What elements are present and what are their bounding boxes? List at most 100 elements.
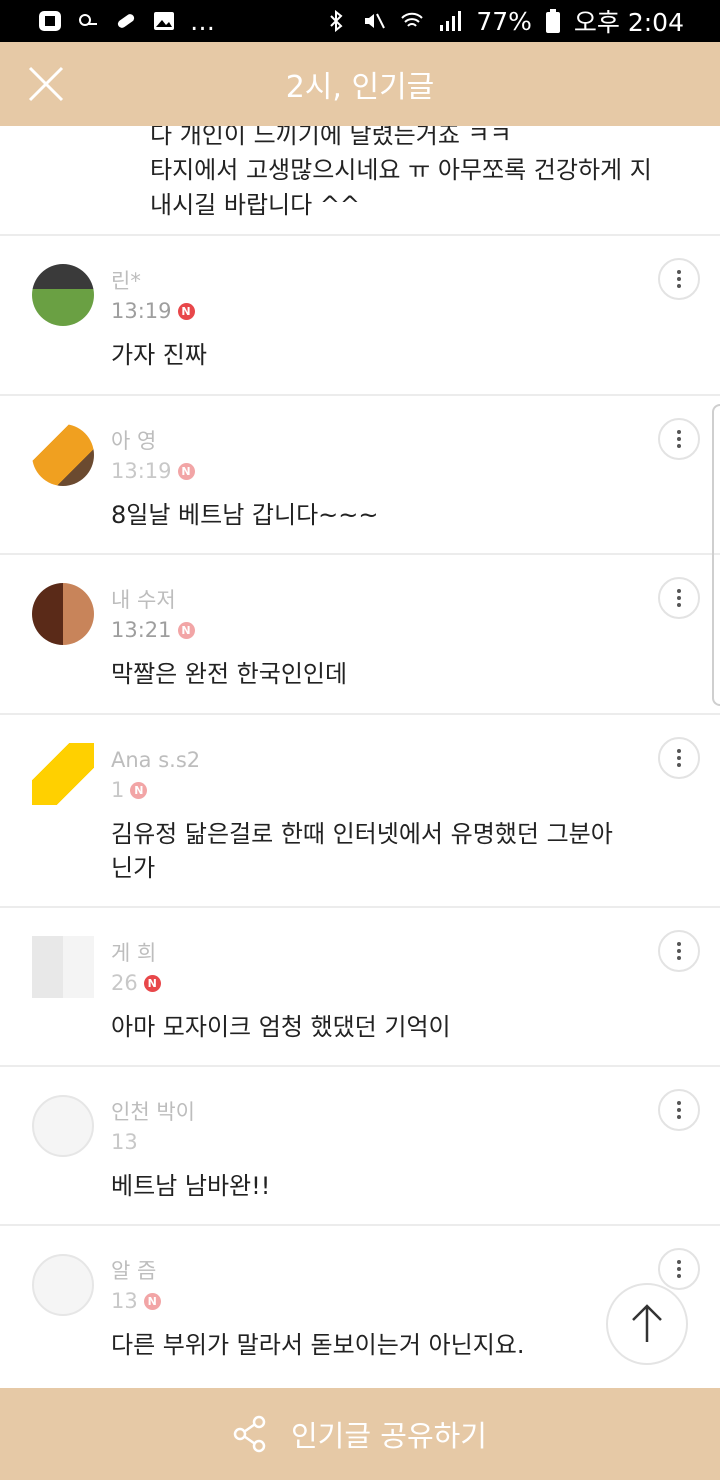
signal-icon [440,11,462,31]
comment-time: 13:19 [111,299,172,323]
comment-time: 26 [111,971,138,995]
comment-text: 가자 진짜 [111,341,207,369]
comment-text: 김유정 닮은걸로 한때 인터넷에서 유명했던 그분아닌가 [111,820,613,882]
comment-meta: 13 N [111,1286,630,1316]
status-right: 77% 오후 2:04 [324,3,684,39]
new-badge: N [177,462,195,480]
dot-icon [677,749,681,753]
avatar[interactable] [32,424,94,486]
avatar[interactable] [32,1254,94,1316]
dot-icon [677,756,681,760]
comment-text: 막짤은 완전 한국인인데 [111,660,348,688]
comment-time: 13 [111,1130,138,1154]
page-title: 2시, 인기글 [285,70,435,105]
status-left-icons: … [38,7,215,36]
dot-icon [677,430,681,434]
dot-icon [677,437,681,441]
comment-author[interactable]: 아 영 [111,426,630,456]
dot-icon [677,942,681,946]
dot-icon [677,277,681,281]
more-options-button[interactable] [658,930,700,972]
more-notifications-icon: … [190,6,215,36]
dot-icon [677,1274,681,1278]
new-badge: N [130,781,148,799]
dot-icon [677,949,681,953]
more-options-button[interactable] [658,418,700,460]
wifi-icon [401,12,424,27]
comment-time: 13:21 [111,618,172,642]
comment-author[interactable]: 린* [111,266,630,296]
avatar[interactable] [32,1095,94,1157]
more-options-button[interactable] [658,1248,700,1290]
comment-item: 린* 13:19 N 가자 진짜 [0,236,720,396]
arrow-up-icon [632,1304,662,1342]
comment-list[interactable]: 다 개인이 느끼기에 달렸는거죠 ㅋㅋ 타지에서 고생많으시네요 ㅠ 아무쪼록 … [0,126,720,1388]
more-options-button[interactable] [658,737,700,779]
comment-author[interactable]: 인천 박이 [111,1097,630,1127]
dot-icon [677,596,681,600]
comment-text: 다른 부위가 말라서 돋보이는거 아닌지요. [111,1331,525,1359]
more-options-button[interactable] [658,258,700,300]
clock: 오후 2:04 [573,8,684,37]
pill-icon [117,14,135,28]
comment-author[interactable]: 게 희 [111,938,630,968]
header-bar: 2시, 인기글 [0,42,720,126]
dot-icon [677,1260,681,1264]
dot-icon [677,763,681,767]
dot-icon [677,284,681,288]
comment-text: 아마 모자이크 엄청 했댔던 기억이 [111,1013,451,1041]
comment-author[interactable]: Ana s.s2 [111,745,630,775]
previous-comment-partial: 다 개인이 느끼기에 달렸는거죠 ㅋㅋ 타지에서 고생많으시네요 ㅠ 아무쪼록 … [0,126,720,236]
comment-text-line: 다 개인이 느끼기에 달렸는거죠 ㅋㅋ [150,126,512,149]
comment-meta: 13:19 N [111,456,630,486]
comment-time: 13:19 [111,459,172,483]
app-notification-icon [39,11,61,31]
scrollbar[interactable] [712,404,720,706]
comment-time: 13 [111,1289,138,1313]
new-badge: N [143,1292,161,1310]
bluetooth-icon [330,10,343,32]
weather-icon [79,14,97,26]
gallery-icon [154,12,174,30]
comment-text-line: 내시길 바랍니다 ^^ [150,191,361,219]
dot-icon [677,444,681,448]
more-options-button[interactable] [658,1089,700,1131]
scroll-to-top-button[interactable] [606,1283,688,1365]
share-icon [233,1415,266,1453]
comment-meta: 13:19 N [111,296,630,326]
comment-meta: 13:21 N [111,615,630,645]
avatar[interactable] [32,936,94,998]
comment-item: 아 영 13:19 N 8일날 베트남 갑니다~~~ [0,396,720,555]
more-options-button[interactable] [658,577,700,619]
avatar[interactable] [32,583,94,645]
comment-item: 게 희 26 N 아마 모자이크 엄청 했댔던 기억이 [0,908,720,1067]
avatar[interactable] [32,264,94,326]
share-button[interactable]: 인기글 공유하기 [0,1388,720,1480]
comment-meta: 1 N [111,775,630,805]
dot-icon [677,956,681,960]
mute-icon [365,13,386,29]
share-label: 인기글 공유하기 [291,1419,487,1453]
comment-author[interactable]: 알 즘 [111,1256,630,1286]
comment-author[interactable]: 내 수저 [111,585,630,615]
new-badge: N [143,974,161,992]
comment-item: 인천 박이 13 베트남 남바완!! [0,1067,720,1226]
comment-item: Ana s.s2 1 N 김유정 닮은걸로 한때 인터넷에서 유명했던 그분아닌… [0,715,720,908]
status-bar: … 77% 오후 2:04 [0,0,720,42]
dot-icon [677,270,681,274]
comment-text: 베트남 남바완!! [111,1172,271,1200]
avatar[interactable] [32,743,94,805]
comment-time: 1 [111,778,125,802]
close-icon[interactable] [24,62,68,106]
dot-icon [677,1115,681,1119]
comment-text-line: 타지에서 고생많으시네요 ㅠ 아무쪼록 건강하게 지 [150,156,652,184]
new-badge: N [177,302,195,320]
battery-icon [545,9,560,33]
battery-percent: 77% [476,6,532,36]
new-badge: N [177,621,195,639]
comment-meta: 26 N [111,968,630,998]
comment-text: 8일날 베트남 갑니다~~~ [111,501,379,529]
dot-icon [677,1267,681,1271]
comment-meta: 13 [111,1127,630,1157]
dot-icon [677,589,681,593]
